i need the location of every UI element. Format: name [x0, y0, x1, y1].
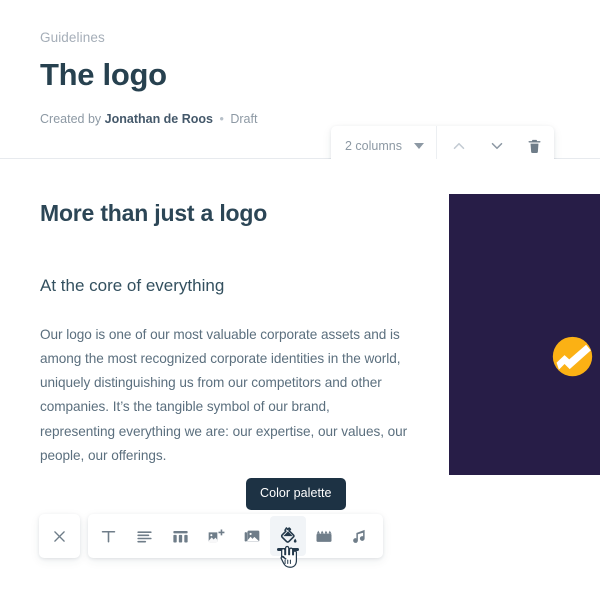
section-heading: More than just a logo: [40, 200, 268, 226]
image-plus-icon: [208, 529, 225, 543]
brand-logo-panel[interactable]: [449, 194, 600, 475]
status-badge: Draft: [230, 112, 258, 126]
clapperboard-icon: [316, 530, 332, 542]
insert-image-button[interactable]: [198, 514, 234, 558]
insert-gallery-button[interactable]: [234, 514, 270, 558]
columns-icon: [172, 530, 188, 542]
close-insert-toolbar-button[interactable]: [39, 514, 80, 558]
meta-separator: •: [219, 112, 224, 126]
created-by-label: Created by: [40, 112, 102, 126]
insert-text-button[interactable]: [90, 514, 126, 558]
insert-columns-button[interactable]: [162, 514, 198, 558]
tooltip: Color palette: [246, 478, 346, 510]
page-title: The logo: [40, 57, 167, 92]
insert-paragraph-button[interactable]: [126, 514, 162, 558]
insert-video-button[interactable]: [306, 514, 342, 558]
insert-audio-button[interactable]: [342, 514, 378, 558]
app-root: Guidelines The logo Created by Jonathan …: [0, 0, 600, 600]
music-note-icon: [352, 529, 365, 543]
align-left-icon: [136, 530, 152, 542]
author-name[interactable]: Jonathan de Roos: [105, 112, 213, 126]
text-t-icon: [101, 530, 115, 542]
chevron-up-icon: [453, 142, 465, 150]
body-paragraph: Our logo is one of our most valuable cor…: [40, 326, 408, 463]
page-meta: Created by Jonathan de Roos • Draft: [40, 112, 257, 126]
breadcrumb[interactable]: Guidelines: [40, 30, 105, 45]
insert-block-toolbar: [88, 514, 383, 558]
section-subheading: At the core of everything: [40, 275, 225, 295]
columns-select-value: 2 columns: [345, 139, 402, 153]
insert-color-palette-button[interactable]: [270, 516, 306, 556]
chevron-down-icon: [491, 142, 503, 150]
close-icon: [54, 530, 65, 542]
chart-circle-logo-mark: [552, 336, 593, 377]
trash-icon: [528, 139, 541, 153]
content-left-column: More than just a logo At the core of eve…: [40, 199, 412, 468]
paint-bucket-icon: [280, 527, 297, 543]
image-stack-icon: [244, 530, 260, 542]
chevron-down-icon: [413, 143, 424, 149]
